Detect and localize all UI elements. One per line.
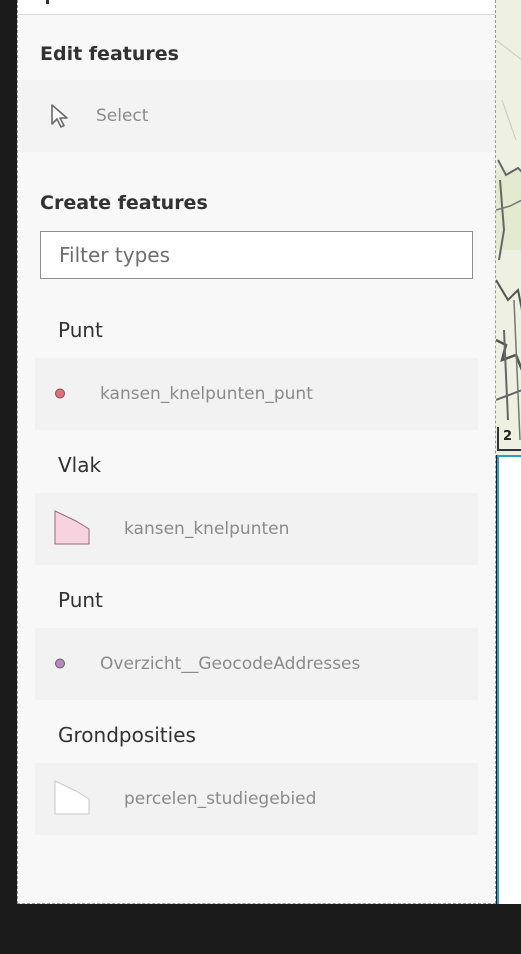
point-symbol-icon — [54, 385, 66, 404]
group-title-grondposities: Grondposities — [58, 723, 196, 747]
map-roads — [496, 0, 521, 455]
filter-types-input[interactable]: Filter types — [40, 231, 473, 279]
map-view[interactable] — [495, 0, 521, 455]
select-tool[interactable]: Select — [18, 80, 495, 152]
point-symbol-icon — [54, 655, 66, 674]
bottom-background — [0, 904, 521, 954]
header-fragment — [46, 0, 49, 4]
feature-template-label: percelen_studiegebied — [124, 789, 317, 809]
feature-template-overzicht-geocodeaddresses[interactable]: Overzicht__GeocodeAddresses — [35, 628, 478, 700]
polygon-symbol-icon — [54, 509, 90, 549]
editor-panel: Edit features Select Create features Fil… — [17, 0, 496, 904]
group-title-punt: Punt — [58, 318, 103, 342]
create-features-title: Create features — [40, 192, 208, 214]
polygon-outline-symbol-icon — [54, 779, 90, 819]
group-title-vlak: Vlak — [58, 453, 102, 477]
cursor-arrow-icon — [30, 103, 90, 129]
feature-template-label: kansen_knelpunten — [124, 519, 290, 539]
feature-template-label: kansen_knelpunten_punt — [100, 384, 313, 404]
feature-template-kansen-knelpunten-punt[interactable]: kansen_knelpunten_punt — [35, 358, 478, 430]
select-label: Select — [96, 106, 149, 126]
map-scale-bar: 2 — [497, 427, 521, 451]
feature-template-kansen-knelpunten[interactable]: kansen_knelpunten — [35, 493, 478, 565]
group-title-punt-2: Punt — [58, 588, 103, 612]
feature-template-label: Overzicht__GeocodeAddresses — [100, 654, 361, 674]
feature-template-percelen-studiegebied[interactable]: percelen_studiegebied — [35, 763, 478, 835]
map-lower-pane — [497, 455, 521, 904]
edit-features-title: Edit features — [40, 43, 179, 65]
panel-header — [18, 0, 495, 15]
